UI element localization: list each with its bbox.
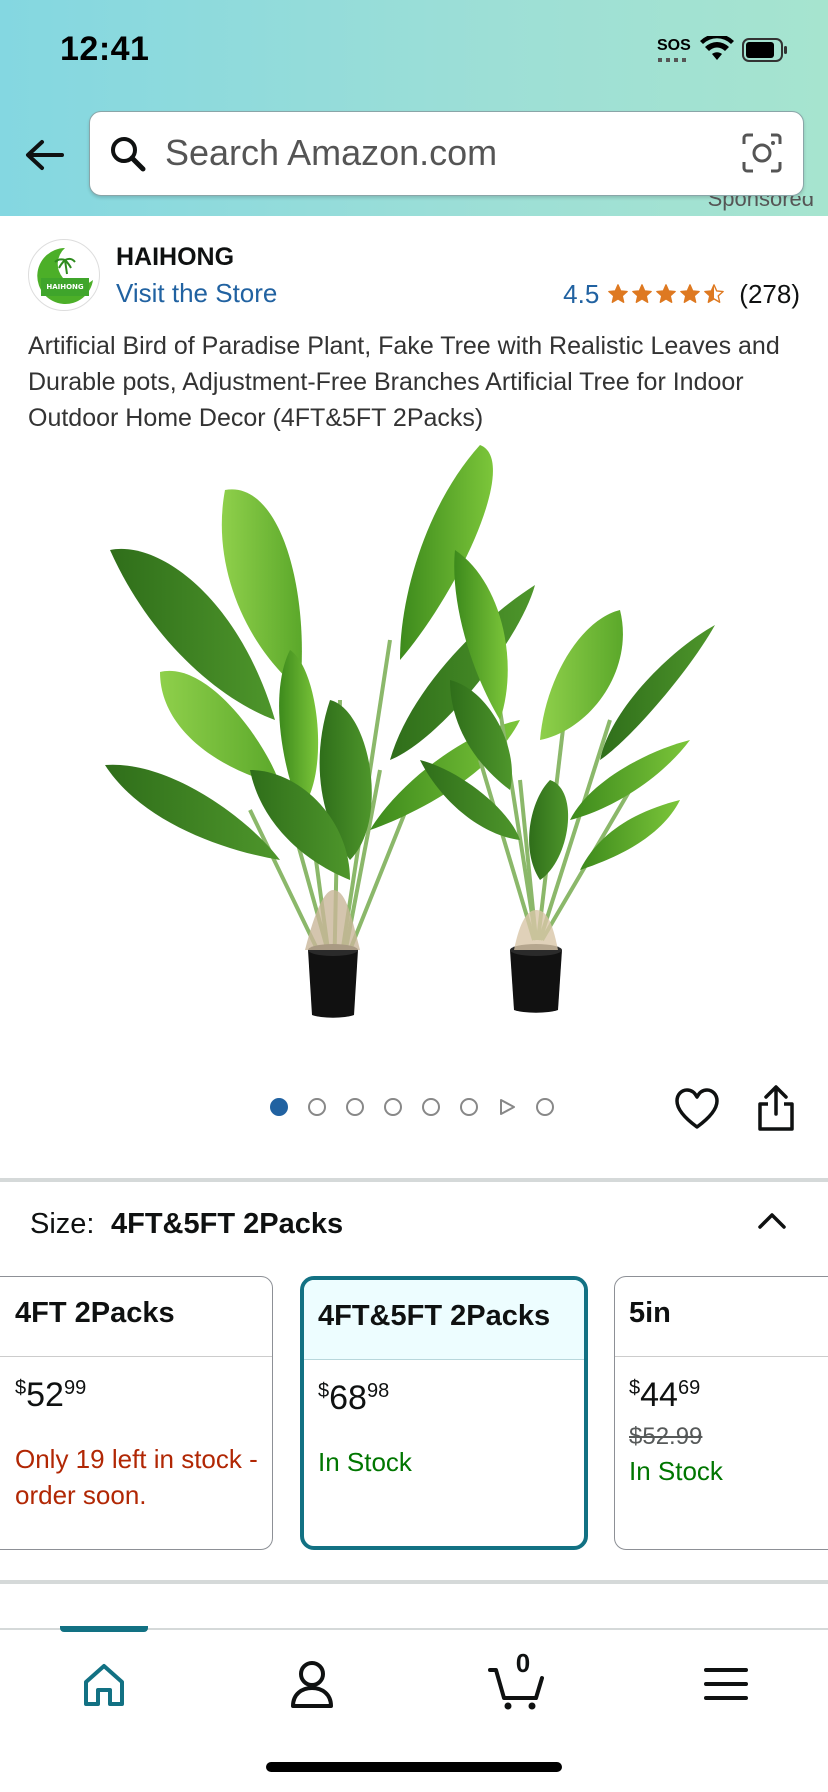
sponsored-label: Sponsored xyxy=(707,196,814,211)
star-full-icon xyxy=(608,284,629,303)
price-whole: 52 xyxy=(26,1376,64,1414)
star-rating xyxy=(607,283,725,305)
back-arrow-icon[interactable] xyxy=(22,132,68,178)
carousel-dot[interactable] xyxy=(346,1098,364,1116)
image-carousel-dots xyxy=(270,1098,554,1116)
menu-icon[interactable] xyxy=(696,1656,756,1712)
star-half-icon xyxy=(704,284,725,303)
size-option-price: $5299 xyxy=(15,1375,258,1415)
account-icon[interactable] xyxy=(282,1656,342,1712)
status-time: 12:41 xyxy=(60,30,150,68)
rating-row[interactable]: 4.5 (278) xyxy=(563,278,800,310)
star-full-icon xyxy=(656,284,677,303)
carousel-dot[interactable] xyxy=(422,1098,440,1116)
wifi-icon xyxy=(700,36,734,60)
camera-lens-icon[interactable] xyxy=(741,132,783,174)
search-bar[interactable] xyxy=(89,111,804,196)
stock-status: Only 19 left in stock - order soon. xyxy=(15,1444,258,1510)
search-input[interactable] xyxy=(165,122,705,184)
size-option-5in[interactable]: 5in $4469 $52.99 In Stock xyxy=(614,1276,828,1550)
price-whole: 68 xyxy=(329,1379,367,1417)
product-title[interactable]: Artificial Bird of Paradise Plant, Fake … xyxy=(28,328,800,436)
product-image[interactable] xyxy=(100,440,728,1030)
size-option-name: 4FT 2Packs xyxy=(0,1277,272,1357)
carousel-dot[interactable] xyxy=(308,1098,326,1116)
price-cents: 98 xyxy=(366,1380,390,1402)
status-bar: 12:41 SOS xyxy=(0,0,828,100)
home-icon[interactable] xyxy=(74,1656,134,1712)
brand-name: HAIHONG xyxy=(116,243,235,271)
home-indicator xyxy=(266,1762,562,1772)
battery-icon xyxy=(742,38,787,62)
star-full-icon xyxy=(632,284,653,303)
size-option-4ft-2packs[interactable]: 4FT 2Packs $5299 Only 19 left in stock -… xyxy=(0,1276,273,1550)
carrier-label: SOS xyxy=(657,37,691,54)
section-divider xyxy=(0,1580,828,1584)
size-option-name: 5in xyxy=(615,1277,828,1357)
brand-logo[interactable]: HAIHONG xyxy=(28,239,100,311)
star-full-icon xyxy=(680,284,701,303)
carousel-dot[interactable] xyxy=(270,1098,288,1116)
carousel-dot[interactable] xyxy=(460,1098,478,1116)
size-option-4ft-5ft-2packs[interactable]: 4FT&5FT 2Packs $6898 In Stock xyxy=(300,1276,588,1550)
nav-active-indicator xyxy=(60,1626,148,1632)
price-currency: $ xyxy=(318,1380,330,1402)
list-price-strikethrough: $52.99 xyxy=(629,1423,703,1450)
stock-status: In Stock xyxy=(318,1447,412,1477)
price-currency: $ xyxy=(629,1377,641,1399)
video-play-icon[interactable] xyxy=(498,1098,516,1116)
share-icon[interactable] xyxy=(756,1084,796,1132)
size-label: Size: xyxy=(30,1208,95,1240)
size-selected-value: 4FT&5FT 2Packs xyxy=(111,1208,344,1240)
signal-dots-icon xyxy=(658,58,688,62)
brand-logo-text: HAIHONG xyxy=(46,283,84,291)
cart-button[interactable]: 0 xyxy=(486,1648,552,1712)
price-cents: 69 xyxy=(677,1377,701,1399)
price-currency: $ xyxy=(15,1377,27,1399)
size-option-price: $4469 xyxy=(629,1375,828,1415)
section-divider xyxy=(0,1178,828,1182)
heart-icon[interactable] xyxy=(674,1088,720,1130)
size-option-price: $6898 xyxy=(318,1378,570,1418)
review-count: (278) xyxy=(739,278,800,309)
search-icon xyxy=(111,137,146,172)
carousel-dot[interactable] xyxy=(536,1098,554,1116)
cart-count: 0 xyxy=(515,1648,531,1678)
chevron-up-icon[interactable] xyxy=(755,1203,789,1237)
carousel-dot[interactable] xyxy=(384,1098,402,1116)
header: 12:41 SOS xyxy=(0,0,828,216)
size-option-name: 4FT&5FT 2Packs xyxy=(304,1280,584,1360)
price-cents: 99 xyxy=(63,1377,87,1399)
visit-store-link[interactable]: Visit the Store xyxy=(116,278,277,309)
stock-status: In Stock xyxy=(629,1456,723,1486)
price-whole: 44 xyxy=(640,1376,678,1414)
rating-value: 4.5 xyxy=(563,278,600,309)
